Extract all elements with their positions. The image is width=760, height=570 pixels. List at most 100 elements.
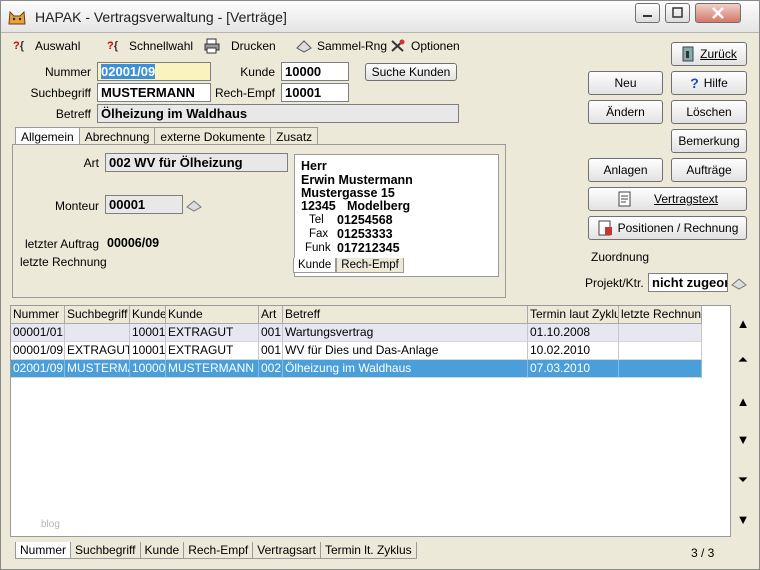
tab-rech-empf[interactable]: Rech-Empf <box>336 258 404 273</box>
first-record-icon[interactable]: ▲ <box>734 313 752 335</box>
cell: EXTRAGUT <box>65 342 130 360</box>
close-button[interactable] <box>695 3 741 23</box>
auftraege-button[interactable]: Aufträge <box>671 158 747 182</box>
projekt-label: Projekt/Ktr. <box>585 276 644 290</box>
column-header-termin[interactable]: Termin laut Zyklus <box>528 306 619 324</box>
sort-tab-vertragsart[interactable]: Vertragsart <box>252 542 321 559</box>
kunde-field[interactable]: 10000 <box>281 62 349 81</box>
suchbegriff-field[interactable]: MUSTERMANN <box>97 83 211 102</box>
cell: 01.10.2008 <box>528 324 619 342</box>
tab-abrechnung[interactable]: Abrechnung <box>78 127 156 145</box>
monteur-lookup-icon[interactable] <box>185 197 203 213</box>
cell <box>619 324 702 342</box>
cell <box>619 342 702 360</box>
cell: 10001 <box>130 342 166 360</box>
cell: 001 <box>259 324 283 342</box>
rech-empf-label: Rech-Empf <box>214 86 275 100</box>
nummer-field[interactable]: 02001/09 <box>97 62 211 81</box>
tab-zusatz[interactable]: Zusatz <box>270 127 319 145</box>
rech-empf-field[interactable]: 10001 <box>281 83 349 102</box>
quick-select-icon: ?{ <box>107 40 119 52</box>
menu-optionen[interactable]: Optionen <box>389 38 460 54</box>
window-title: HAPAK - Vertragsverwaltung - [Verträge] <box>35 9 287 25</box>
cell <box>65 324 130 342</box>
column-header-art[interactable]: Art <box>259 306 283 324</box>
sort-tab-suchbegriff[interactable]: Suchbegriff <box>70 542 141 559</box>
menu-drucken[interactable]: Drucken <box>203 38 276 54</box>
column-header-kunde-nr[interactable]: Kunde <box>130 306 166 324</box>
art-label: Art <box>83 156 99 170</box>
options-icon <box>391 39 405 52</box>
positionen-rechnung-button[interactable]: Positionen / Rechnung <box>588 216 747 240</box>
contract-text-icon <box>618 191 631 207</box>
suchbegriff-label: Suchbegriff <box>30 86 92 100</box>
cell <box>619 360 702 378</box>
previous-record-icon[interactable]: ▲ <box>734 391 752 413</box>
detail-tabs: Allgemein Abrechnung externe Dokumente Z… <box>15 127 319 145</box>
column-header-letzte-rechnung[interactable]: letzte Rechnung <box>619 306 702 324</box>
column-header-kunde[interactable]: Kunde <box>166 306 259 324</box>
sort-tab-nummer[interactable]: Nummer <box>15 542 72 559</box>
menu-schnellwahl[interactable]: ?{ Schnellwahl <box>107 38 193 54</box>
bemerkung-button[interactable]: Bemerkung <box>671 129 747 153</box>
tab-externe-dokumente[interactable]: externe Dokumente <box>154 127 272 145</box>
cell: 10.02.2010 <box>528 342 619 360</box>
column-header-nummer[interactable]: Nummer <box>11 306 65 324</box>
cell: EXTRAGUT <box>166 342 259 360</box>
address-city: Modelberg <box>347 199 411 213</box>
sort-tab-kunde[interactable]: Kunde <box>139 542 185 559</box>
minimize-button[interactable] <box>635 3 660 23</box>
cell: 10000 <box>130 360 166 378</box>
sort-tab-rech-empf[interactable]: Rech-Empf <box>183 542 254 559</box>
cell: 02001/09 <box>11 360 65 378</box>
cell: 001 <box>259 342 283 360</box>
cell: MUSTERMANN <box>166 360 259 378</box>
column-header-suchbegriff[interactable]: Suchbegriff <box>65 306 130 324</box>
menu-sammel-rng[interactable]: Sammel-Rng <box>295 38 387 54</box>
nummer-label: Nummer <box>44 65 91 79</box>
betreff-label: Betreff <box>55 107 91 121</box>
menu-auswahl[interactable]: ?{ Auswahl <box>13 38 80 54</box>
anlagen-button[interactable]: Anlagen <box>588 158 663 182</box>
fax-label: Fax <box>309 228 329 240</box>
zuordnung-label: Zuordnung <box>591 250 650 264</box>
sort-tabs: Nummer Suchbegriff Kunde Rech-Empf Vertr… <box>15 542 417 559</box>
address-street: Mustergasse 15 <box>301 186 395 200</box>
suche-kunden-button[interactable]: Suche Kunden <box>365 63 457 81</box>
tel-label: Tel <box>309 214 324 226</box>
address-zip: 12345 <box>301 199 336 213</box>
cell: 002 <box>259 360 283 378</box>
column-header-betreff[interactable]: Betreff <box>283 306 528 324</box>
address-name: Erwin Mustermann <box>301 173 413 187</box>
monteur-field[interactable]: 00001 <box>105 195 183 214</box>
projekt-field[interactable]: nicht zugeord <box>648 273 728 292</box>
projekt-lookup-icon[interactable] <box>730 275 748 291</box>
printer-icon <box>204 38 220 54</box>
art-field[interactable]: 002 WV für Ölheizung <box>105 153 288 172</box>
sort-tab-termin[interactable]: Termin lt. Zyklus <box>319 542 417 559</box>
funk-label: Funk <box>305 242 331 254</box>
page-up-icon[interactable]: ⏶ <box>734 349 752 371</box>
aendern-button[interactable]: Ändern <box>588 100 663 124</box>
batch-invoice-icon <box>296 40 312 53</box>
neu-button[interactable]: Neu <box>588 71 663 95</box>
betreff-field[interactable]: Ölheizung im Waldhaus <box>97 104 459 123</box>
cell: 00001/01 <box>11 324 65 342</box>
next-record-icon[interactable]: ▼ <box>734 429 752 451</box>
cell: MUSTERMA <box>65 360 130 378</box>
record-count: 3 / 3 <box>691 546 715 560</box>
menu-bar: ?{ Auswahl ?{ Schnellwahl Drucken Sammel… <box>7 35 667 57</box>
address-tabs: Kunde Rech-Empf <box>293 258 404 273</box>
title-bar: HAPAK - Vertragsverwaltung - [Verträge] <box>1 1 759 33</box>
loeschen-button[interactable]: Löschen <box>671 100 747 124</box>
page-down-icon[interactable]: ⏷ <box>734 469 752 491</box>
vertragstext-button[interactable]: Vertragstext <box>588 187 747 211</box>
letzter-auftrag-label: letzter Auftrag <box>24 237 99 251</box>
tab-allgemein[interactable]: Allgemein <box>15 127 80 145</box>
last-record-icon[interactable]: ▼ <box>734 509 752 531</box>
tab-kunde[interactable]: Kunde <box>293 258 337 273</box>
maximize-button[interactable] <box>665 3 690 23</box>
hilfe-button[interactable]: ? Hilfe <box>671 71 747 95</box>
zurueck-button[interactable]: Zurück <box>671 42 747 66</box>
tel-value: 01254568 <box>337 213 393 227</box>
